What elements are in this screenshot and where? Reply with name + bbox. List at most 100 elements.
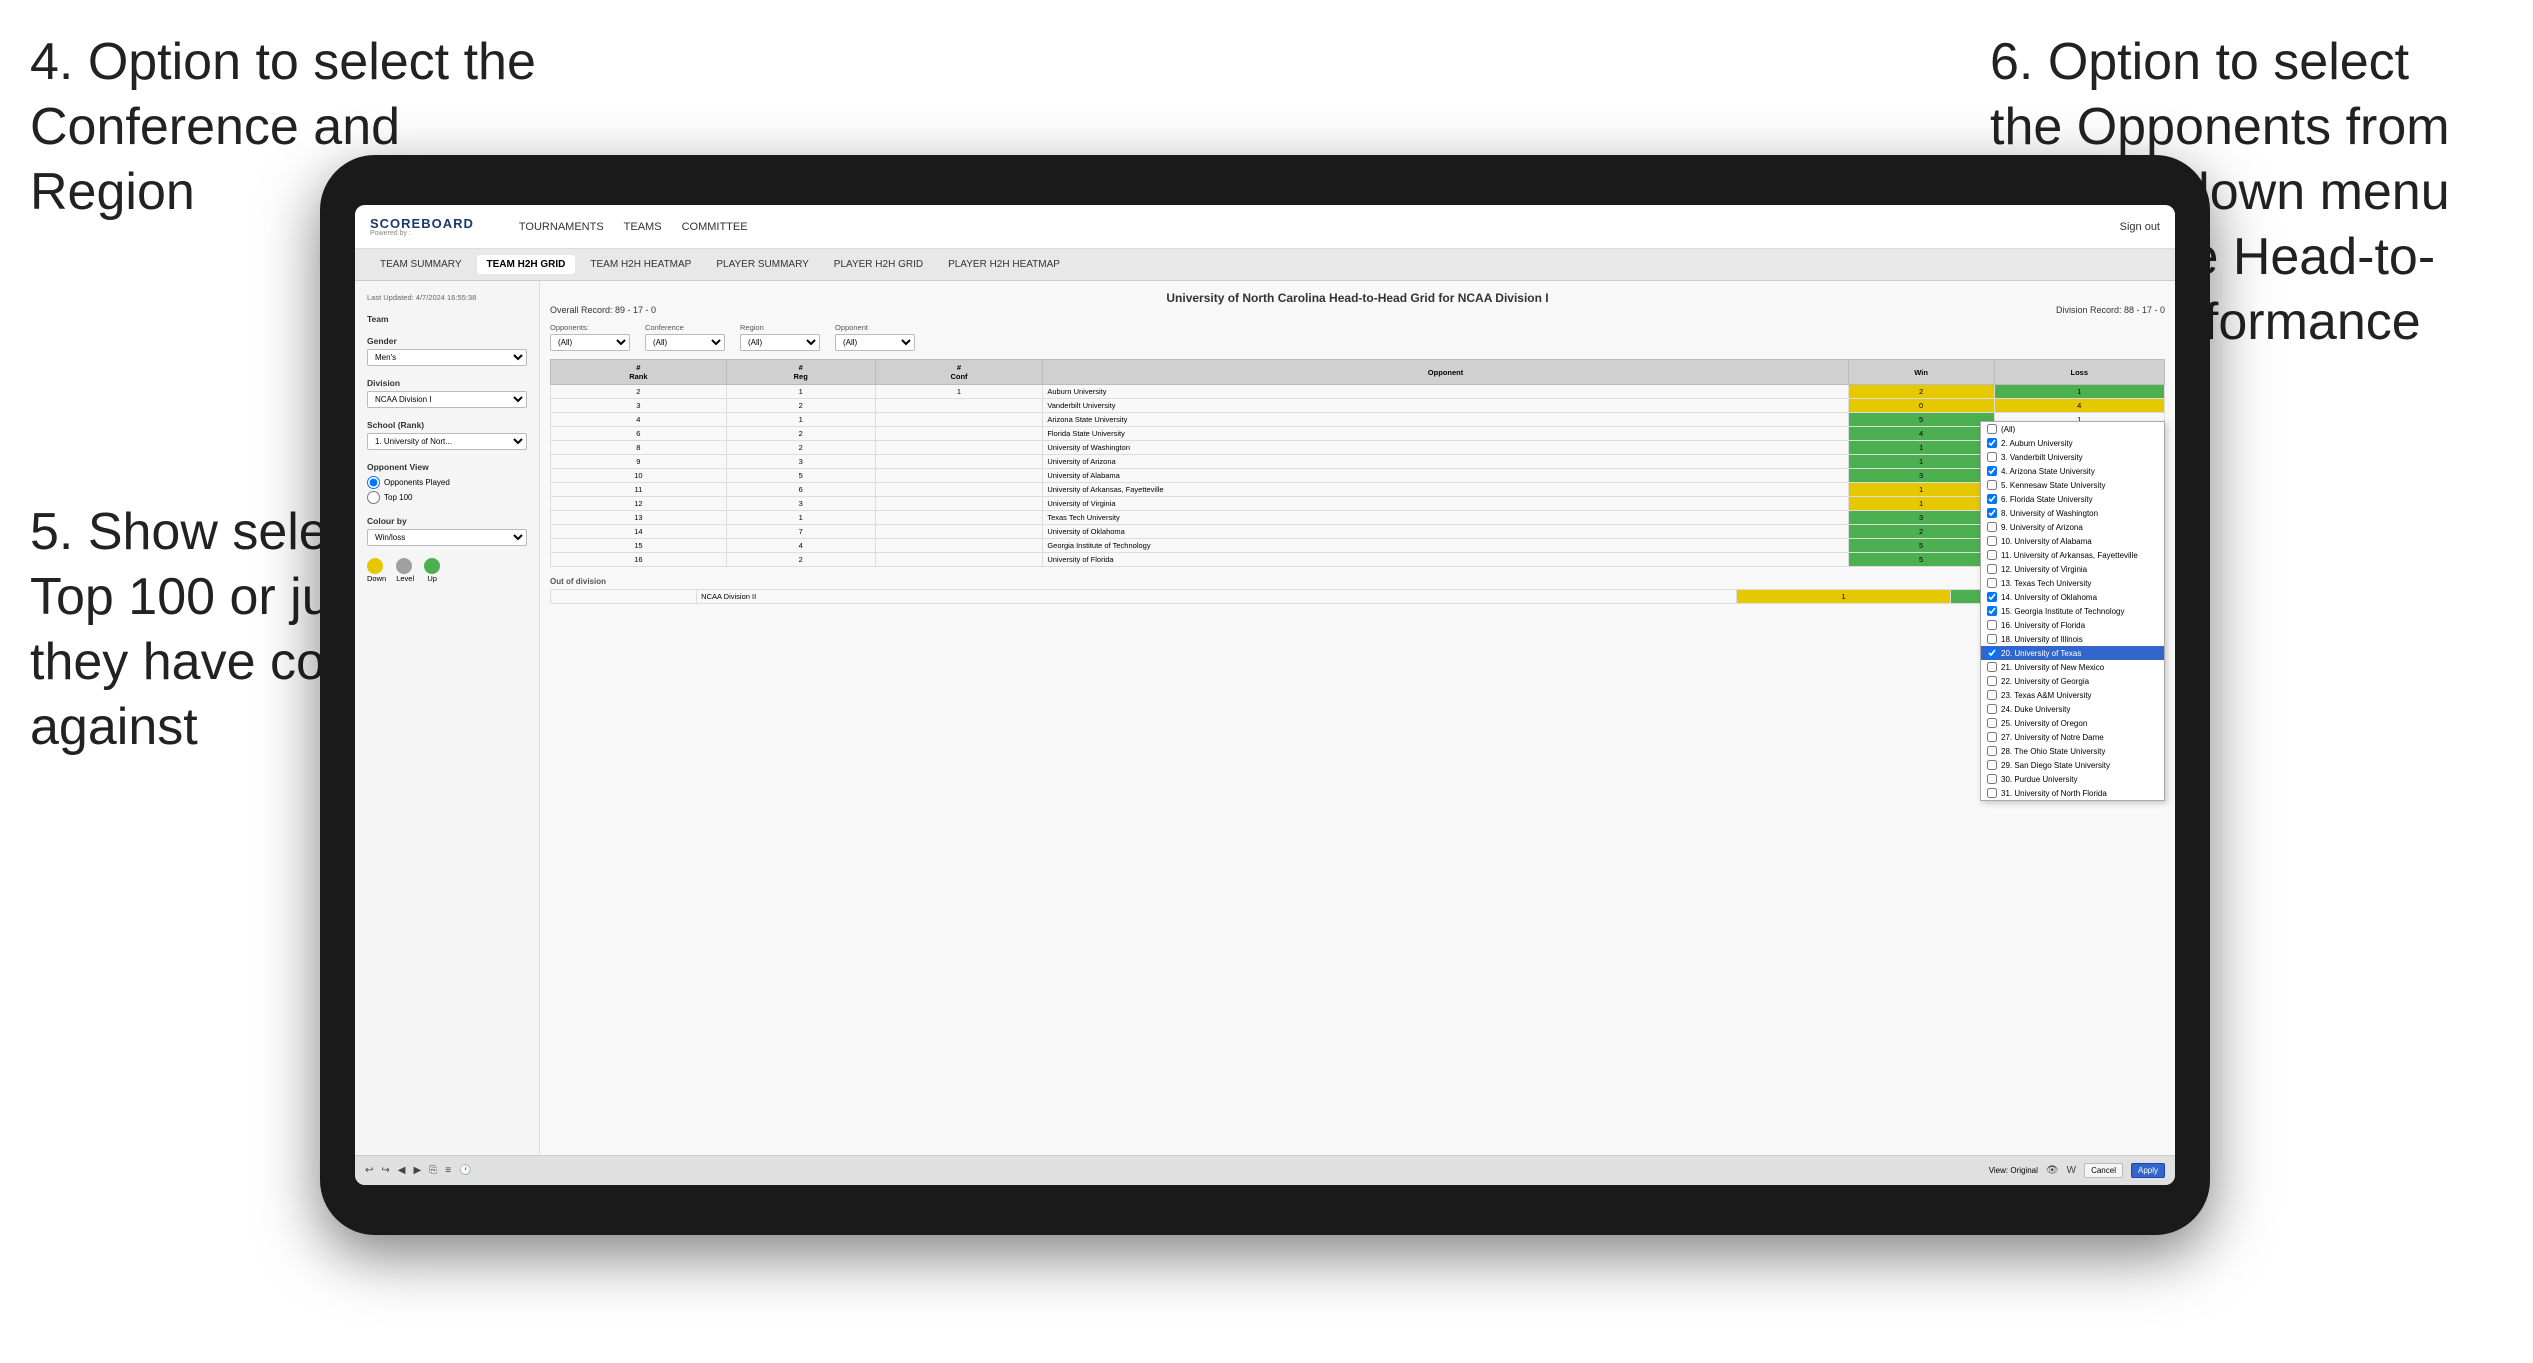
opponent-filter-select[interactable]: (All): [835, 334, 915, 351]
opponent-dropdown-item[interactable]: 14. University of Oklahoma: [1981, 590, 2164, 604]
clock-icon[interactable]: 🕐: [459, 1165, 471, 1176]
opponent-dropdown-item[interactable]: 2. Auburn University: [1981, 436, 2164, 450]
filter-opponent: Opponent (All): [835, 323, 915, 351]
opponent-dropdown-item[interactable]: 10. University of Alabama: [1981, 534, 2164, 548]
opponent-dropdown-item[interactable]: 30. Purdue University: [1981, 772, 2164, 786]
cell-reg: 2: [726, 441, 875, 455]
color-dot-up: [424, 558, 440, 574]
opponent-dropdown-item[interactable]: 8. University of Washington: [1981, 506, 2164, 520]
filter-region: Region (All): [740, 323, 820, 351]
opponent-dropdown-item[interactable]: 23. Texas A&M University: [1981, 688, 2164, 702]
cell-rank: 12: [551, 497, 727, 511]
opponent-dropdown-item[interactable]: 4. Arizona State University: [1981, 464, 2164, 478]
opponent-dropdown-item[interactable]: 31. University of North Florida: [1981, 786, 2164, 800]
nav-teams[interactable]: TEAMS: [624, 221, 662, 233]
table-row: 14 7 University of Oklahoma 2 2: [551, 525, 2165, 539]
gender-select[interactable]: Men's: [367, 349, 527, 366]
opponent-dropdown-item[interactable]: 27. University of Notre Dame: [1981, 730, 2164, 744]
opponent-dropdown-item[interactable]: 12. University of Virginia: [1981, 562, 2164, 576]
nav-tournaments[interactable]: TOURNAMENTS: [519, 221, 604, 233]
radio-opponents-played[interactable]: Opponents Played: [367, 476, 527, 489]
apply-button[interactable]: Apply: [2131, 1163, 2165, 1178]
main-content: Last Updated: 4/7/2024 16:55:38 Team Gen…: [355, 281, 2175, 1155]
table-row: 11 6 University of Arkansas, Fayettevill…: [551, 483, 2165, 497]
opponent-dropdown-item[interactable]: 13. Texas Tech University: [1981, 576, 2164, 590]
cell-opponent: Auburn University: [1043, 385, 1848, 399]
cell-win: 2: [1848, 385, 1994, 399]
cell-reg: 1: [726, 511, 875, 525]
cell-win: 1: [1848, 483, 1994, 497]
eye-icon: 👁: [2046, 1165, 2059, 1176]
opponents-filter-select[interactable]: (All): [550, 334, 630, 351]
filter-row: Opponents: (All) Conference (All) Region: [550, 323, 2165, 351]
colour-select[interactable]: Win/loss: [367, 529, 527, 546]
cell-opponent: University of Arizona: [1043, 455, 1848, 469]
sub-nav-team-summary[interactable]: TEAM SUMMARY: [370, 255, 472, 274]
cell-conf: [875, 399, 1043, 413]
conference-filter-select[interactable]: (All): [645, 334, 725, 351]
cell-rank: 11: [551, 483, 727, 497]
cell-win: 0: [1848, 399, 1994, 413]
out-of-division-table: NCAA Division II 1 0: [550, 589, 2165, 604]
sub-nav-player-h2h-heatmap[interactable]: PLAYER H2H HEATMAP: [938, 255, 1070, 274]
opponent-dropdown-item[interactable]: 6. Florida State University: [1981, 492, 2164, 506]
region-filter-select[interactable]: (All): [740, 334, 820, 351]
format-icon[interactable]: ≡: [445, 1165, 451, 1176]
bottom-toolbar: ↩ ↪ ◀ ▶ ⎘ ≡ 🕐 View: Original 👁 W Cancel …: [355, 1155, 2175, 1185]
grid-area: University of North Carolina Head-to-Hea…: [540, 281, 2175, 1155]
opponent-dropdown-item[interactable]: 28. The Ohio State University: [1981, 744, 2164, 758]
cell-conf: [875, 539, 1043, 553]
cell-rank: 4: [551, 413, 727, 427]
th-loss: Loss: [1994, 360, 2164, 385]
nav-committee[interactable]: COMMITTEE: [682, 221, 748, 233]
redo-icon[interactable]: ↪: [381, 1165, 389, 1176]
cancel-button[interactable]: Cancel: [2084, 1163, 2123, 1178]
cell-odv-win: 1: [1737, 590, 1951, 604]
nav-sign-out[interactable]: Sign out: [2120, 221, 2160, 233]
logo-sub: Powered by :: [370, 230, 499, 237]
sub-nav-team-h2h-heatmap[interactable]: TEAM H2H HEATMAP: [580, 255, 701, 274]
cell-win: 3: [1848, 469, 1994, 483]
cell-opponent: Vanderbilt University: [1043, 399, 1848, 413]
opponent-dropdown[interactable]: (All)2. Auburn University3. Vanderbilt U…: [1980, 421, 2165, 801]
opponent-dropdown-item[interactable]: 29. San Diego State University: [1981, 758, 2164, 772]
back-icon[interactable]: ◀: [398, 1165, 406, 1176]
sub-nav-team-h2h-grid[interactable]: TEAM H2H GRID: [477, 255, 576, 274]
school-select[interactable]: 1. University of Nort...: [367, 433, 527, 450]
opponent-dropdown-item[interactable]: 11. University of Arkansas, Fayetteville: [1981, 548, 2164, 562]
opponent-dropdown-item[interactable]: 16. University of Florida: [1981, 618, 2164, 632]
cell-odv-opponent: NCAA Division II: [697, 590, 1737, 604]
cell-conf: [875, 525, 1043, 539]
region-filter-label: Region: [740, 323, 820, 332]
opponents-filter-label: Opponents:: [550, 323, 630, 332]
opponent-dropdown-item[interactable]: (All): [1981, 422, 2164, 436]
sub-nav-player-h2h-grid[interactable]: PLAYER H2H GRID: [824, 255, 933, 274]
cell-reg: 4: [726, 539, 875, 553]
opponent-dropdown-item[interactable]: 24. Duke University: [1981, 702, 2164, 716]
opponent-dropdown-item[interactable]: 15. Georgia Institute of Technology: [1981, 604, 2164, 618]
table-row: 13 1 Texas Tech University 3 0: [551, 511, 2165, 525]
cell-opponent: Arizona State University: [1043, 413, 1848, 427]
opponent-dropdown-item[interactable]: 9. University of Arizona: [1981, 520, 2164, 534]
copy-icon[interactable]: ⎘: [429, 1165, 437, 1176]
overall-record: Overall Record: 89 - 17 - 0: [550, 305, 656, 315]
division-select[interactable]: NCAA Division I: [367, 391, 527, 408]
opponent-dropdown-item[interactable]: 25. University of Oregon: [1981, 716, 2164, 730]
forward-icon[interactable]: ▶: [413, 1165, 421, 1176]
cell-opponent: Texas Tech University: [1043, 511, 1848, 525]
radio-top-100[interactable]: Top 100: [367, 491, 527, 504]
sub-nav-player-summary[interactable]: PLAYER SUMMARY: [706, 255, 818, 274]
cell-conf: [875, 511, 1043, 525]
opponent-dropdown-item[interactable]: 5. Kennesaw State University: [1981, 478, 2164, 492]
opponent-dropdown-item[interactable]: 18. University of Illinois: [1981, 632, 2164, 646]
undo-icon[interactable]: ↩: [365, 1165, 373, 1176]
data-table: #Rank #Reg #Conf Opponent Win Loss 2 1 1…: [550, 359, 2165, 567]
opponent-dropdown-item[interactable]: 20. University of Texas: [1981, 646, 2164, 660]
table-row: 15 4 Georgia Institute of Technology 5 0: [551, 539, 2165, 553]
color-legend: Down Level Up: [367, 558, 527, 583]
opponent-dropdown-item[interactable]: 3. Vanderbilt University: [1981, 450, 2164, 464]
opponent-dropdown-item[interactable]: 21. University of New Mexico: [1981, 660, 2164, 674]
opponent-dropdown-item[interactable]: 22. University of Georgia: [1981, 674, 2164, 688]
cell-win: 5: [1848, 413, 1994, 427]
cell-opponent: University of Florida: [1043, 553, 1848, 567]
